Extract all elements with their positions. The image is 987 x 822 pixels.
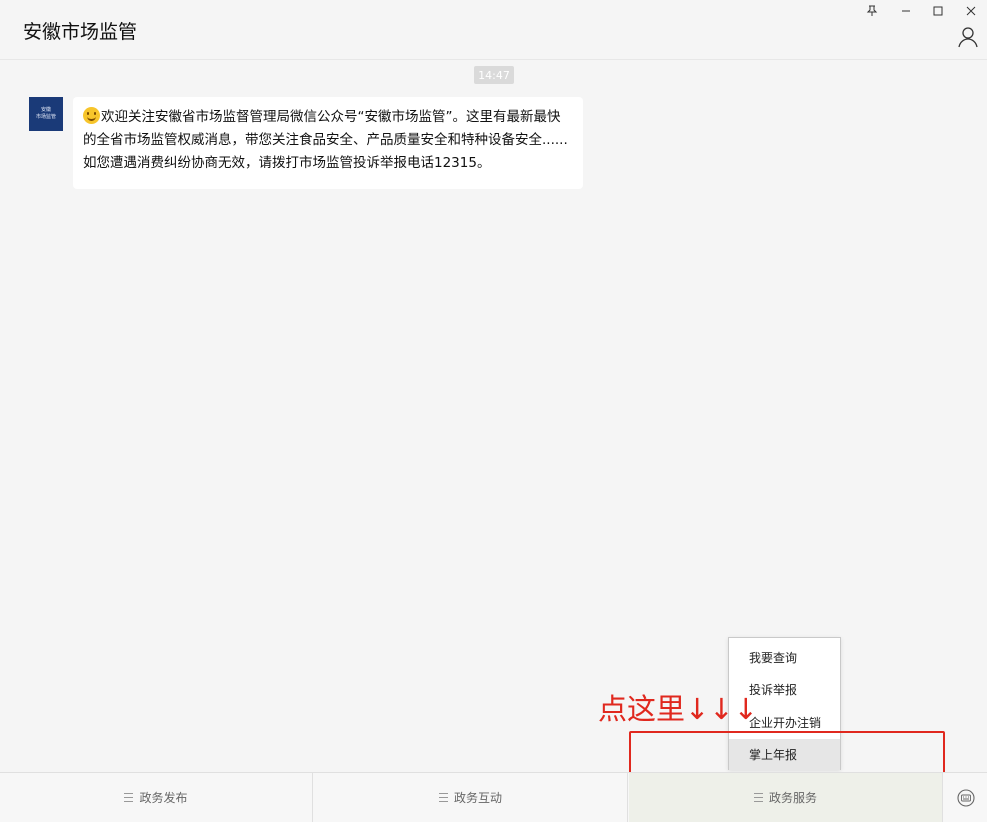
- pin-icon[interactable]: [860, 2, 884, 20]
- menu-gov-interaction[interactable]: 政务互动: [314, 773, 628, 822]
- menu-lines-icon: [753, 793, 763, 802]
- menu-gov-publish[interactable]: 政务发布: [0, 773, 313, 822]
- avatar-line-2: 市场监管: [35, 114, 56, 120]
- title-bar: 安徽市场监管: [0, 0, 987, 60]
- menu-gov-service[interactable]: 政务服务: [629, 773, 943, 822]
- user-profile-icon[interactable]: [957, 26, 979, 48]
- menu-lines-icon: [124, 793, 134, 802]
- message-text: 欢迎关注安徽省市场监督管理局微信公众号“安徽市场监管”。这里有最新最快的全省市场…: [83, 109, 568, 171]
- menu-lines-icon: [438, 793, 448, 802]
- maximize-icon[interactable]: [926, 2, 950, 20]
- avatar-line-1: 安徽: [40, 107, 51, 113]
- submenu-item-query[interactable]: 我要查询: [729, 642, 840, 673]
- close-icon[interactable]: [959, 2, 983, 20]
- menu-label: 政务发布: [139, 791, 188, 805]
- bottom-menu-bar: 政务发布 政务互动 政务服务: [0, 772, 987, 822]
- message-bubble[interactable]: 欢迎关注安徽省市场监督管理局微信公众号“安徽市场监管”。这里有最新最快的全省市场…: [73, 97, 583, 189]
- window-title: 安徽市场监管: [23, 21, 138, 43]
- menu-label: 政务互动: [453, 791, 502, 805]
- annotation-highlight-box: [629, 731, 945, 775]
- menu-label: 政务服务: [768, 791, 817, 805]
- avatar[interactable]: 安徽 市场监管: [29, 97, 63, 131]
- smile-emoji-icon: [83, 107, 100, 124]
- keyboard-toggle-icon[interactable]: [944, 773, 987, 822]
- message-timestamp: 14:47: [474, 66, 514, 84]
- minimize-icon[interactable]: [894, 2, 918, 20]
- annotation-text: 点这里↓↓↓: [598, 692, 758, 726]
